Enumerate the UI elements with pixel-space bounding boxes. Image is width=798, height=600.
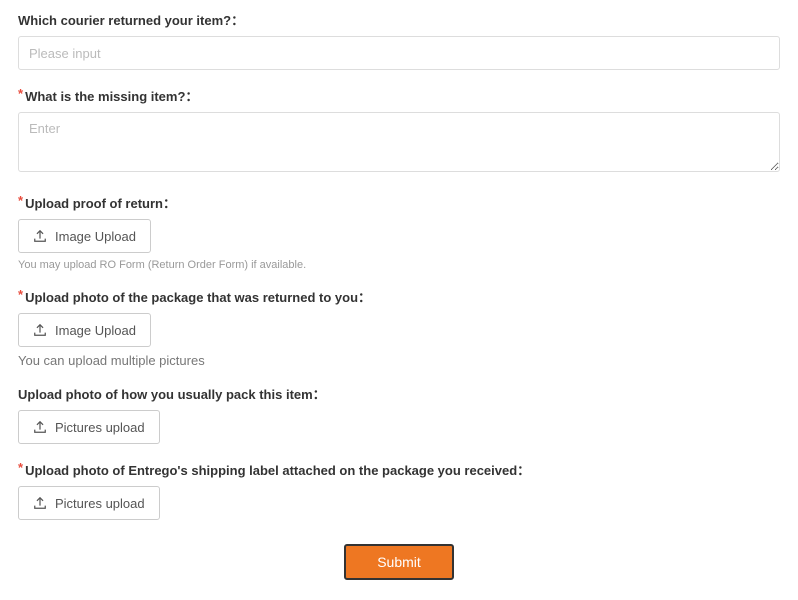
field-pack-usual: Upload photo of how you usually pack thi… [18,384,780,444]
label-row: *Upload proof of return： [18,193,780,213]
proof-hint: You may upload RO Form (Return Order For… [18,259,780,271]
field-courier: Which courier returned your item?： [18,10,780,70]
field-shipping-label: *Upload photo of Entrego's shipping labe… [18,460,780,520]
upload-icon [33,323,47,337]
field-missing: *What is the missing item?： [18,86,780,177]
required-asterisk: * [18,193,23,208]
field-label: Upload proof of return： [25,196,176,211]
package-returned-upload-button[interactable]: Image Upload [18,313,151,347]
field-proof: *Upload proof of return： Image Upload Yo… [18,193,780,271]
field-package-returned: *Upload photo of the package that was re… [18,287,780,368]
field-label: Upload photo of how you usually pack thi… [18,387,326,402]
field-label: Which courier returned your item?： [18,13,244,28]
required-asterisk: * [18,86,23,101]
required-asterisk: * [18,287,23,302]
missing-textarea[interactable] [18,112,780,172]
field-label: Upload photo of Entrego's shipping label… [25,463,530,478]
label-row: Upload photo of how you usually pack thi… [18,384,780,404]
submit-row: Submit [18,544,780,580]
upload-icon [33,496,47,510]
upload-button-label: Pictures upload [55,496,145,511]
upload-button-label: Pictures upload [55,420,145,435]
upload-icon [33,229,47,243]
required-asterisk: * [18,460,23,475]
label-row: Which courier returned your item?： [18,10,780,30]
label-row: *Upload photo of Entrego's shipping labe… [18,460,780,480]
label-row: *What is the missing item?： [18,86,780,106]
submit-button[interactable]: Submit [344,544,454,580]
pack-usual-upload-button[interactable]: Pictures upload [18,410,160,444]
shipping-label-upload-button[interactable]: Pictures upload [18,486,160,520]
field-label: What is the missing item?： [25,89,198,104]
upload-button-label: Image Upload [55,323,136,338]
upload-button-label: Image Upload [55,229,136,244]
courier-input[interactable] [18,36,780,70]
upload-icon [33,420,47,434]
field-label: Upload photo of the package that was ret… [25,290,371,305]
label-row: *Upload photo of the package that was re… [18,287,780,307]
package-returned-hint: You can upload multiple pictures [18,353,780,368]
proof-upload-button[interactable]: Image Upload [18,219,151,253]
